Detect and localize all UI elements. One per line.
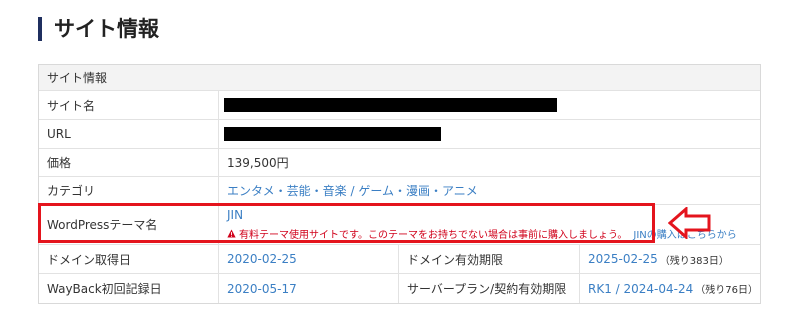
table-row-site-name: サイト名 [39,91,760,120]
highlight-box [38,203,655,243]
domain-expiry-remaining: （残り383日） [659,255,729,267]
category-label: カテゴリ [47,184,96,198]
site-info-table: サイト情報 サイト名 URL 価格 139,500円 カテゴリ エンタメ・芸能・… [38,64,761,304]
server-plan-value[interactable]: RK1 / 2024-04-24 [588,282,693,296]
page-title: サイト情報 [54,17,159,41]
table-header-row: サイト情報 [39,65,760,91]
url-label: URL [47,127,71,141]
table-row-price: 価格 139,500円 [39,149,760,177]
table-header: サイト情報 [47,71,108,85]
left-arrow-icon [668,207,711,239]
price-label: 価格 [47,156,72,170]
wayback-label: WayBack初回記録日 [47,282,162,296]
domain-expiry-label: ドメイン有効期限 [407,252,504,267]
table-row-domain: ドメイン取得日 2020-02-25 ドメイン有効期限 2025-02-25 （… [39,245,760,274]
price-value: 139,500円 [227,156,289,170]
server-plan-label: サーバープラン/契約有効期限 [407,282,567,296]
title-accent-bar [38,17,42,41]
table-row-wayback: WayBack初回記録日 2020-05-17 サーバープラン/契約有効期限 R… [39,274,760,303]
table-row-url: URL [39,120,760,149]
domain-acquired-label: ドメイン取得日 [47,252,132,267]
table-row-category: カテゴリ エンタメ・芸能・音楽 / ゲーム・漫画・アニメ [39,177,760,205]
site-name-label: サイト名 [47,98,96,113]
domain-acquired-value[interactable]: 2020-02-25 [219,245,398,273]
site-name-redacted [224,98,557,112]
wayback-value[interactable]: 2020-05-17 [219,274,398,303]
server-plan-remaining: （残り76日） [695,285,758,296]
category-link[interactable]: エンタメ・芸能・音楽 / ゲーム・漫画・アニメ [219,177,760,204]
domain-expiry-value[interactable]: 2025-02-25 [588,252,658,266]
url-redacted [224,127,441,141]
